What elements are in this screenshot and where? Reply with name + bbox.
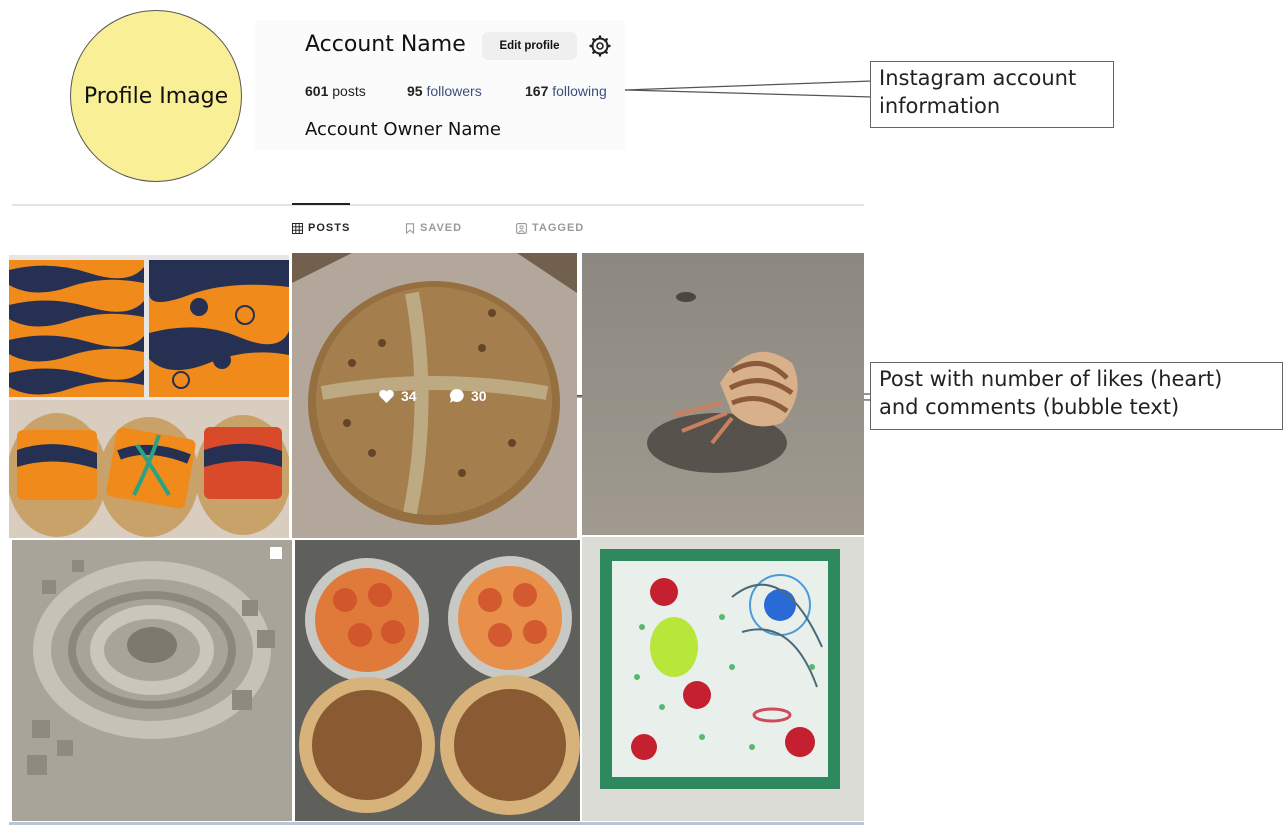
comment-bubble-icon — [449, 388, 464, 403]
likes-count: 34 — [401, 388, 417, 404]
callout-account-info: Instagram account information — [870, 61, 1114, 128]
post-tile[interactable] — [295, 540, 580, 821]
callout-post-info-line1: Post with number of likes (heart) — [879, 367, 1223, 391]
callout-post-info-line2: and comments (bubble text) — [879, 395, 1180, 419]
comments-stat: 30 — [449, 388, 487, 404]
post-tile[interactable] — [582, 537, 864, 821]
callout-account-info-line1: Instagram account — [879, 66, 1077, 90]
post-tile[interactable] — [582, 253, 864, 535]
post-tile[interactable] — [12, 540, 292, 821]
post-tile[interactable] — [9, 255, 289, 538]
heart-icon — [379, 389, 394, 403]
callout-post-info: Post with number of likes (heart) and co… — [870, 362, 1283, 430]
post-tile-bread[interactable]: 34 30 — [292, 253, 577, 538]
comments-count: 30 — [471, 388, 487, 404]
likes-stat: 34 — [378, 388, 417, 404]
callout-account-info-line2: information — [879, 94, 1001, 118]
